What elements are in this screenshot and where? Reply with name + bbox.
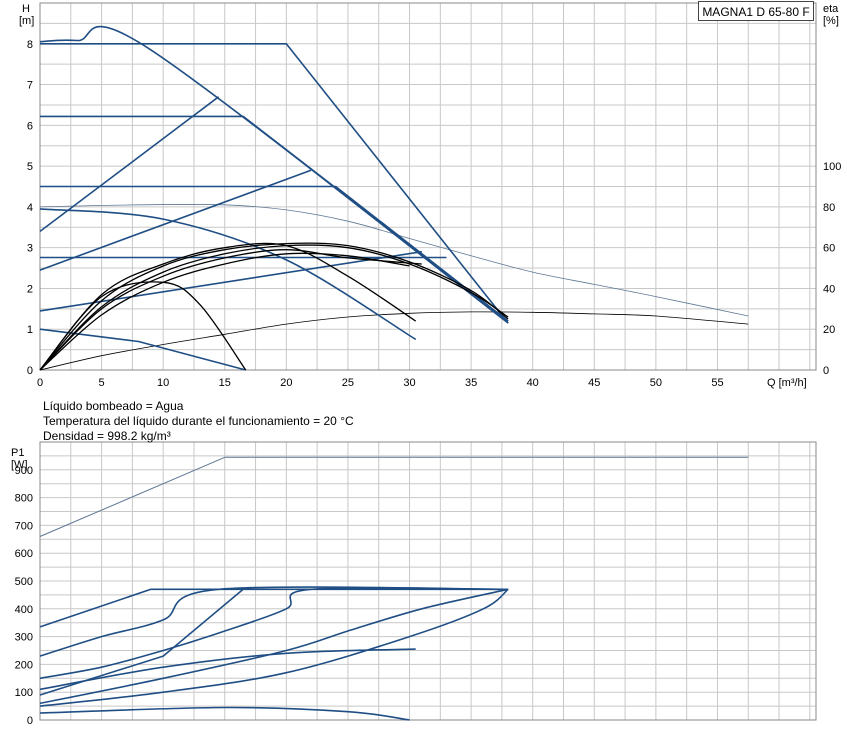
power-axis-label: P1 [11,447,24,459]
x-tick-label: 35 [465,377,477,389]
eta-tick-label: 100 [823,161,841,173]
power-tick-label: 500 [15,576,33,588]
x-tick-label: 50 [650,377,662,389]
model-label: MAGNA1 D 65-80 F [698,1,814,21]
power-curve [39,456,749,537]
y-tick-label: 7 [27,80,33,92]
eta-tick-label: 80 [823,202,835,214]
power-tick-label: 200 [15,659,33,671]
head-curve [39,250,422,312]
head-curve [39,208,417,341]
x-tick-label: 30 [403,377,415,389]
y-tick-label: 8 [27,39,33,51]
y-axis-unit: [m] [19,15,34,27]
power-curves-group [39,456,749,721]
y-tick-label: 0 [27,365,33,377]
efficiency-curve [39,311,749,371]
efficiency-curve [39,203,749,317]
performance-curve [39,242,417,371]
info-temperature: Temperatura del líquido durante el funci… [43,414,354,428]
eta-tick-label: 40 [823,283,835,295]
chart-labels: 0 5 10 15 20 25 30 35 40 45 50 55012345678020406080… [11,3,841,727]
power-tick-label: 400 [15,604,33,616]
x-axis-label: Q [m³/h] [767,377,807,389]
x-tick-label: 45 [588,377,600,389]
performance-curve [39,242,509,371]
power-tick-label: 100 [15,687,33,699]
eta-axis-label: eta [823,3,839,15]
power-curve [39,586,509,657]
power-tick-label: 0 [27,715,33,727]
pump-curves-chart: 0 5 10 15 20 25 30 35 40 45 50 55012345678020406080… [11,2,841,727]
x-tick-label: 40 [527,377,539,389]
x-tick-label: 55 [711,377,723,389]
power-tick-label: 600 [15,548,33,560]
eta-tick-label: 60 [823,243,835,255]
power-tick-label: 800 [15,493,33,505]
y-axis-label: H [22,3,30,15]
eta-tick-label: 0 [823,365,829,377]
head-curves-group [39,25,749,371]
y-tick-label: 3 [27,243,33,255]
x-tick-label: 0 [37,377,43,389]
x-tick-label: 20 [280,377,292,389]
x-tick-label: 25 [342,377,354,389]
head-curve [39,25,509,324]
y-tick-label: 5 [27,161,33,173]
x-tick-label: 15 [219,377,231,389]
head-curve [40,115,509,322]
eta-axis-unit: [%] [823,15,839,27]
performance-curve [39,244,509,371]
y-tick-label: 2 [27,283,33,295]
y-tick-label: 6 [27,120,33,132]
eta-tick-label: 20 [823,324,835,336]
power-axis-unit: [W] [11,459,28,471]
power-grid [39,441,817,721]
power-tick-label: 700 [15,520,33,532]
x-tick-label: 5 [99,377,105,389]
power-curve [39,588,509,705]
power-tick-label: 300 [15,632,33,644]
x-tick-label: 10 [157,377,169,389]
info-liquid: Líquido bombeado = Agua [43,399,184,413]
info-density: Densidad = 998.2 kg/m³ [43,429,171,443]
y-tick-label: 4 [27,202,33,214]
y-tick-label: 1 [27,324,33,336]
